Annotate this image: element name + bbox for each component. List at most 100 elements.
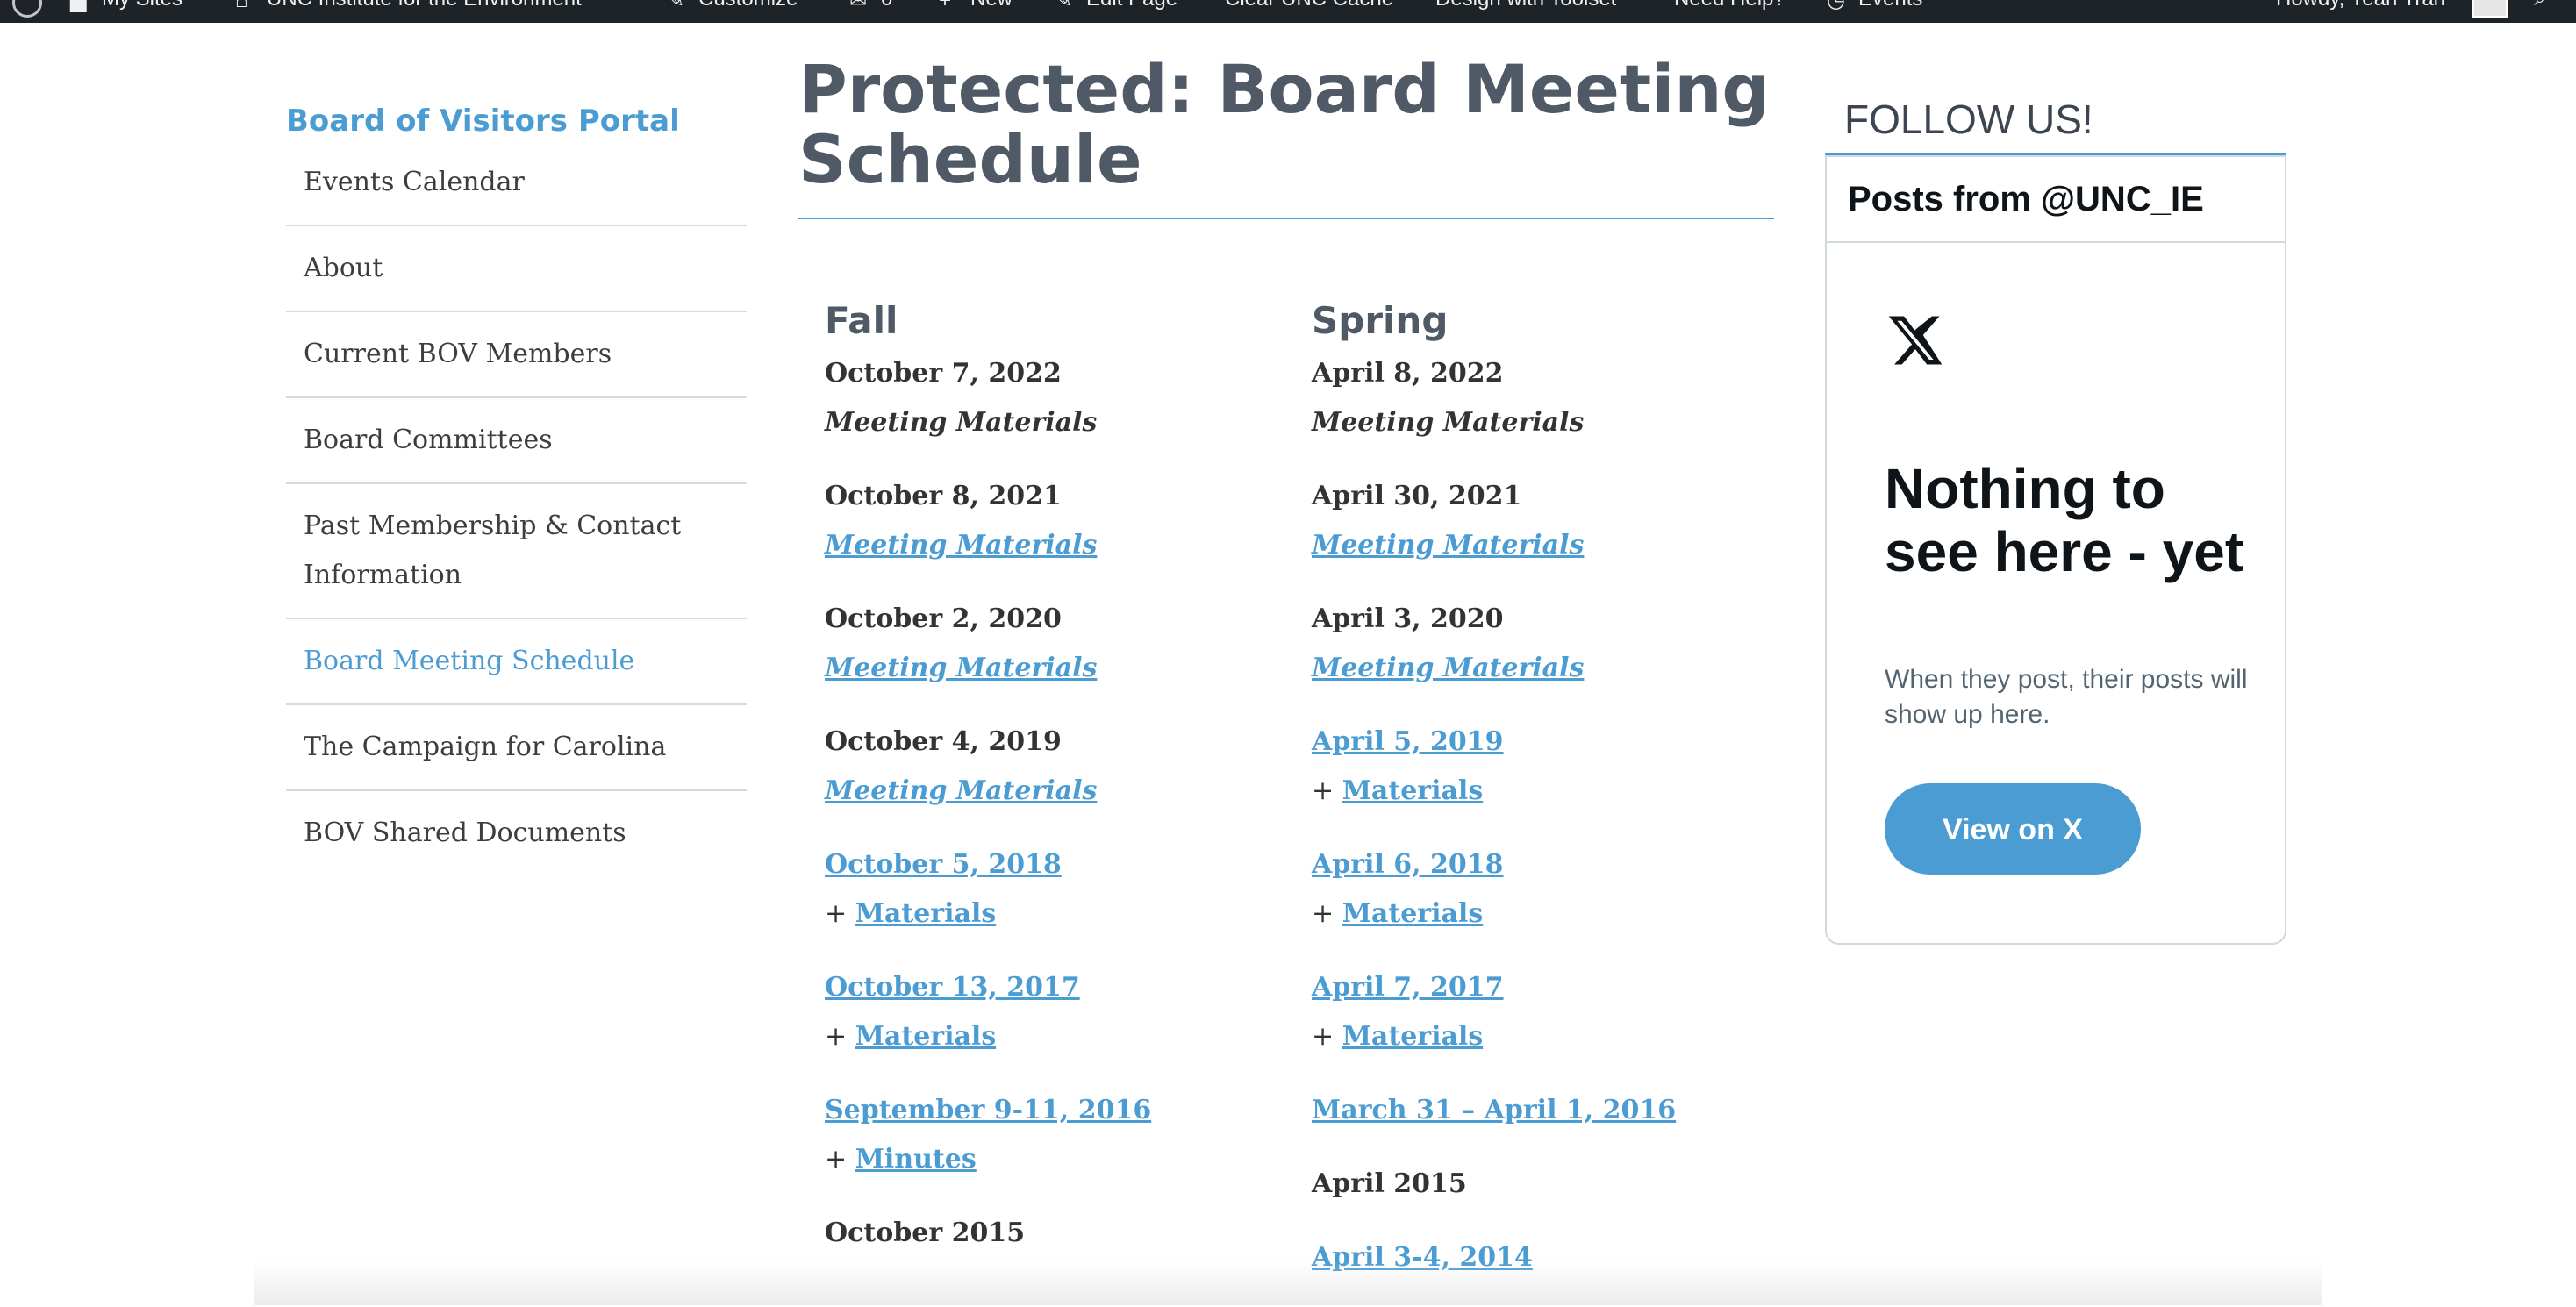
my-sites-icon: ▙ <box>70 0 87 12</box>
sidebar-item-label[interactable]: Board Committees <box>304 425 553 455</box>
sidebar-item-label[interactable]: Past Membership & Contact Information <box>304 511 681 590</box>
main-content: Protected: Board Meeting Schedule Fall O… <box>798 54 1774 1273</box>
avatar[interactable] <box>2472 0 2508 18</box>
sidebar-item-current-bov-members[interactable]: Current BOV Members <box>286 312 747 398</box>
materials-link[interactable]: Materials <box>855 898 997 929</box>
x-timeline-card: Posts from @UNC_IE Nothing to see here -… <box>1825 155 2286 945</box>
sidebar-item-board-meeting-schedule[interactable]: Board Meeting Schedule <box>286 619 747 705</box>
comments-menu[interactable]: ✉0 <box>849 0 892 11</box>
need-help-menu[interactable]: Need Help? <box>1674 0 1785 11</box>
sidebar-item-label[interactable]: Current BOV Members <box>304 339 612 369</box>
meeting-date: October 2015 <box>825 1218 1026 1248</box>
schedule-entry: April 2015 <box>1312 1160 1785 1209</box>
materials-line: + Materials <box>1312 1012 1785 1061</box>
meeting-date-link[interactable]: September 9-11, 2016 <box>825 1095 1151 1125</box>
plus-sign: + <box>825 1144 848 1175</box>
customize-menu[interactable]: ✎Customize <box>667 0 798 11</box>
spring-entries: April 8, 2022 Meeting Materials April 30, … <box>1312 349 1785 1282</box>
sidebar-item-label[interactable]: Board Meeting Schedule <box>304 646 634 676</box>
materials-line: + Minutes <box>825 1135 1299 1184</box>
sidebar-item-label[interactable]: The Campaign for Carolina <box>304 732 666 762</box>
sidebar-item-campaign-for-carolina[interactable]: The Campaign for Carolina <box>286 705 747 791</box>
meeting-date: October 8, 2021 <box>825 481 1062 511</box>
schedule-entry: September 9-11, 2016 + Minutes <box>825 1086 1299 1184</box>
plus-sign: + <box>825 1021 848 1052</box>
schedule-entry: October 8, 2021 Meeting Materials <box>825 472 1299 570</box>
fall-heading: Fall <box>825 299 898 342</box>
schedule-entry: April 5, 2019 + Materials <box>1312 718 1785 816</box>
sidebar-item-events-calendar[interactable]: Events Calendar <box>286 153 747 226</box>
meeting-date: April 3, 2020 <box>1312 604 1504 634</box>
meeting-materials-link[interactable]: Meeting Materials <box>825 653 1097 683</box>
page-title: Protected: Board Meeting Schedule <box>798 54 1774 219</box>
meeting-date: April 8, 2022 <box>1312 358 1504 389</box>
meeting-date-link[interactable]: April 6, 2018 <box>1312 849 1504 880</box>
schedule-entry: April 3-4, 2014 <box>1312 1233 1785 1282</box>
materials-line: + Materials <box>825 1012 1299 1061</box>
materials-link[interactable]: Materials <box>1342 775 1484 806</box>
spring-heading: Spring <box>1312 299 1449 342</box>
design-toolset-menu[interactable]: Design with Toolset <box>1435 0 1616 11</box>
schedule-entry: October 2015 <box>825 1209 1299 1258</box>
my-sites-menu[interactable]: ▙My Sites <box>70 0 182 11</box>
meeting-date: October 2, 2020 <box>825 604 1062 634</box>
schedule-entry: April 3, 2020 Meeting Materials <box>1312 595 1785 693</box>
sidebar-item-board-committees[interactable]: Board Committees <box>286 398 747 484</box>
follow-widget: FOLLOW US! Posts from @UNC_IE Nothing to… <box>1825 88 2286 945</box>
meeting-materials-link[interactable]: Meeting Materials <box>1312 653 1584 683</box>
edit-page-menu[interactable]: ✎Edit Page <box>1055 0 1177 11</box>
sidebar-item-bov-shared-documents[interactable]: BOV Shared Documents <box>286 791 747 875</box>
schedule-entry: October 4, 2019 Meeting Materials <box>825 718 1299 816</box>
meeting-date: October 4, 2019 <box>825 726 1062 757</box>
materials-link[interactable]: Materials <box>1342 1021 1484 1052</box>
sidebar-item-label[interactable]: About <box>304 253 383 283</box>
meeting-date-link[interactable]: April 7, 2017 <box>1312 972 1504 1003</box>
meeting-materials-link[interactable]: Meeting Materials <box>825 530 1097 561</box>
calendar-icon: ◷ <box>1827 0 1845 12</box>
howdy-account-menu[interactable]: Howdy, Yean Tran <box>2276 0 2445 11</box>
meeting-materials-link[interactable]: Meeting Materials <box>1312 530 1584 561</box>
fall-column: Fall October 7, 2022 Meeting Materials Oct… <box>825 296 1299 1282</box>
x-logo-icon[interactable] <box>1886 311 1944 369</box>
wordpress-logo-icon[interactable] <box>12 0 42 23</box>
materials-link[interactable]: Materials <box>855 1021 997 1052</box>
meeting-materials-label: Meeting Materials <box>1312 407 1585 438</box>
materials-link[interactable]: Minutes <box>855 1144 977 1175</box>
portal-heading-link[interactable]: Board of Visitors Portal <box>286 96 747 146</box>
meeting-materials-label: Meeting Materials <box>825 407 1098 438</box>
sidebar-item-past-membership[interactable]: Past Membership & Contact Information <box>286 484 747 619</box>
sidebar-nav: Board of Visitors Portal Events Calendar… <box>286 96 747 875</box>
events-menu[interactable]: ◷Events <box>1827 0 1922 11</box>
view-on-x-button[interactable]: View on X <box>1885 783 2141 875</box>
empty-state-description: When they post, their posts will show up… <box>1885 665 2248 729</box>
meeting-date-link[interactable]: April 5, 2019 <box>1312 726 1504 757</box>
meeting-date-link[interactable]: April 3-4, 2014 <box>1312 1242 1533 1273</box>
meeting-date-link[interactable]: October 5, 2018 <box>825 849 1062 880</box>
meeting-date-link[interactable]: October 13, 2017 <box>825 972 1080 1003</box>
search-icon[interactable]: ⌕ <box>2534 0 2545 11</box>
sidebar-item-label[interactable]: Events Calendar <box>304 167 525 197</box>
brush-icon: ✎ <box>667 0 685 12</box>
sidebar-item-about[interactable]: About <box>286 226 747 312</box>
admin-bar: ▙My Sites ⌂UNC Institute for the Environ… <box>0 0 2576 23</box>
empty-state-title: Nothing to see here - yet <box>1885 457 2244 583</box>
schedule-entry: April 8, 2022 Meeting Materials <box>1312 349 1785 447</box>
meeting-materials-link[interactable]: Meeting Materials <box>825 775 1097 806</box>
materials-line: + Materials <box>1312 889 1785 939</box>
follow-title: FOLLOW US! <box>1825 88 2286 155</box>
materials-link[interactable]: Materials <box>1342 898 1484 929</box>
schedule-entry: March 31 – April 1, 2016 <box>1312 1086 1785 1135</box>
new-content-menu[interactable]: +New <box>939 0 1013 11</box>
schedule-entry: October 5, 2018 + Materials <box>825 840 1299 939</box>
plus-sign: + <box>825 898 848 929</box>
meeting-date-link[interactable]: March 31 – April 1, 2016 <box>1312 1095 1676 1125</box>
comment-icon: ✉ <box>849 0 868 12</box>
schedule-entry: October 13, 2017 + Materials <box>825 963 1299 1061</box>
sidebar-item-label[interactable]: BOV Shared Documents <box>304 818 626 848</box>
clear-cache-menu[interactable]: Clear UNC Cache <box>1225 0 1393 11</box>
plus-sign: + <box>1312 898 1335 929</box>
x-card-header[interactable]: Posts from @UNC_IE <box>1827 157 2285 243</box>
site-name-menu[interactable]: ⌂UNC Institute for the Environment <box>235 0 582 11</box>
sidebar-menu: Events Calendar About Current BOV Member… <box>286 153 747 875</box>
meeting-date: October 7, 2022 <box>825 358 1062 389</box>
